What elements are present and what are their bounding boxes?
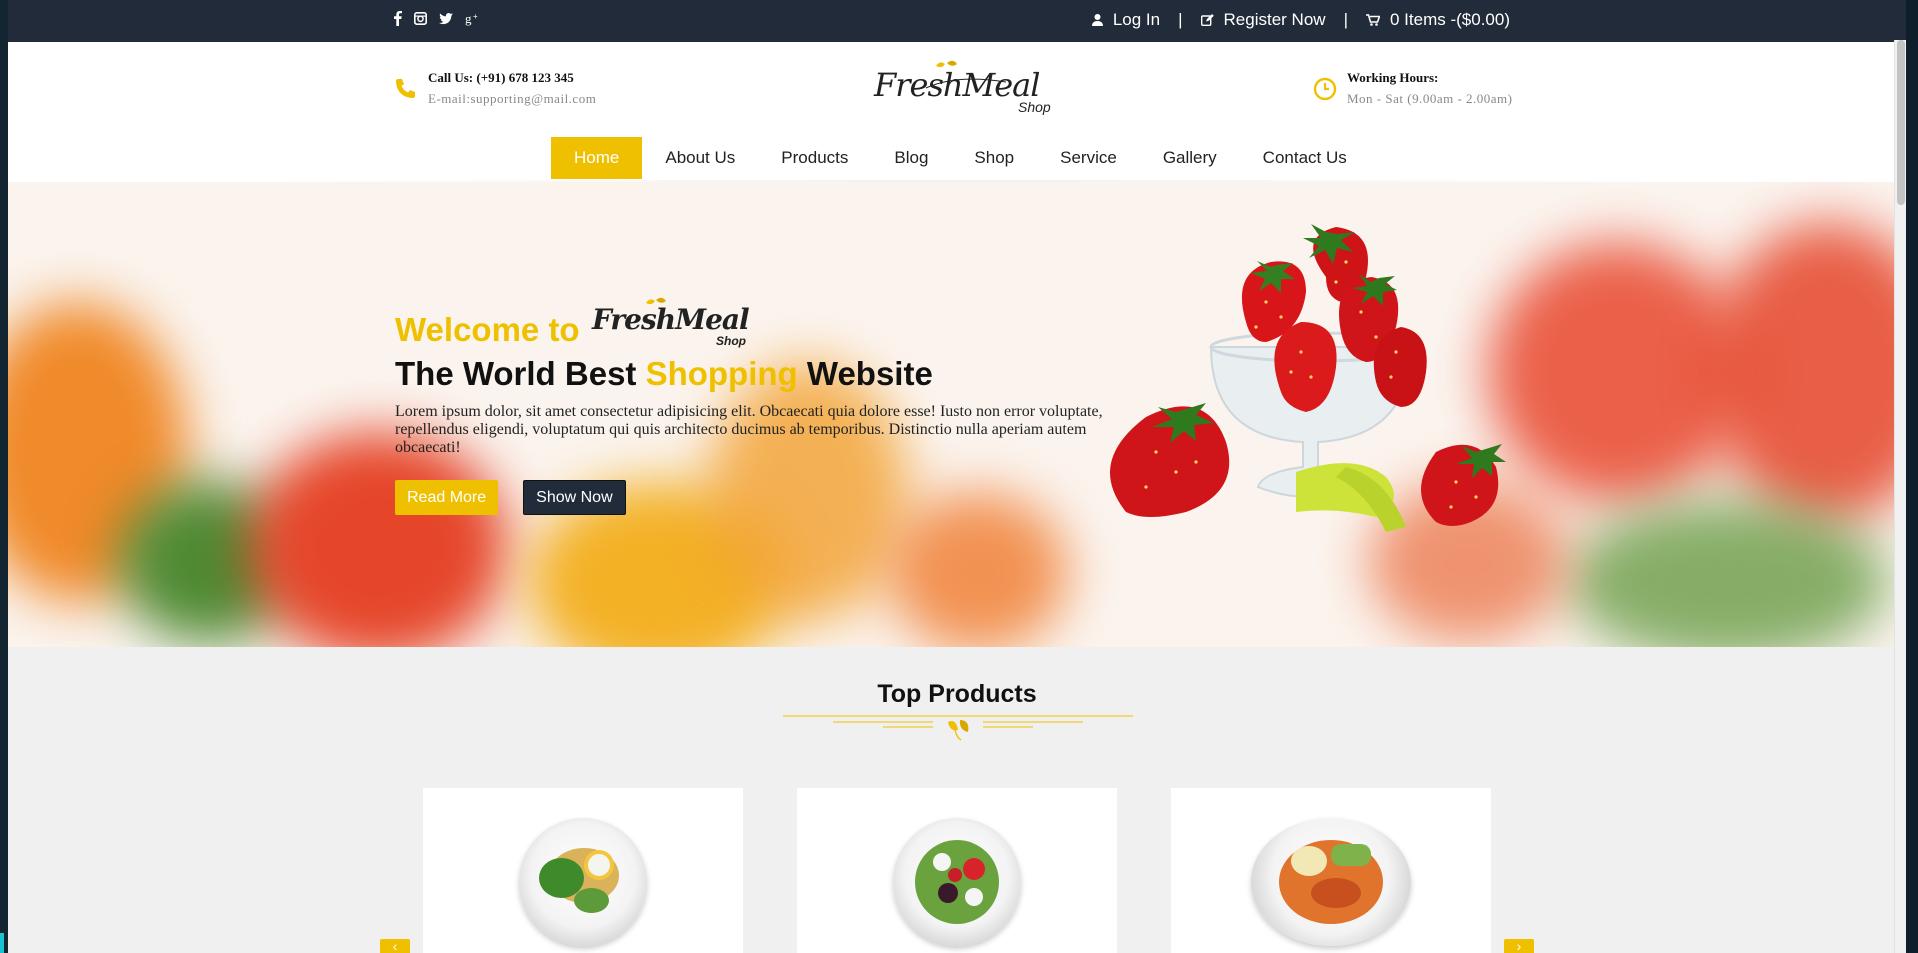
window-left-edge [0,0,8,953]
nav-contact-us[interactable]: Contact Us [1240,137,1370,179]
contact-info: Call Us: (+91) 678 123 345 E-mail:suppor… [394,70,596,107]
nav-blog[interactable]: Blog [871,137,951,179]
hero-logo-wordmark: FreshMeal [591,303,749,336]
nav-home[interactable]: Home [551,137,643,179]
cart-link[interactable]: 0 Items -($0.00) [1366,10,1510,30]
product-card[interactable] [797,788,1117,953]
svg-text:g: g [465,12,472,26]
top-products-section: Top Products ‹ › [8,647,1906,953]
hero-description: Lorem ipsum dolor, sit amet consectetur … [395,403,1103,456]
google-plus-icon[interactable]: g + [465,11,479,26]
separator: | [1343,10,1348,29]
show-now-button[interactable]: Show Now [523,480,626,515]
bg-blur [1708,222,1906,522]
logo-sub: Shop [1018,99,1051,115]
svg-text:+: + [473,12,478,21]
social-links: g + [394,11,479,26]
hero-logo: FreshMeal Shop [591,297,750,348]
cart-label: 0 Items -($0.00) [1390,10,1510,29]
nav-gallery[interactable]: Gallery [1140,137,1240,179]
hours-value: Mon - Sat (9.00am - 2.00am) [1347,91,1513,106]
email-text: E-mail:supporting@mail.com [428,91,597,106]
top-bar: g + Log In | Register Now | 0 Items -($0.… [8,0,1906,42]
phone-icon [396,78,415,98]
site-logo[interactable]: FreshMeal Shop [866,58,1066,118]
nav-service[interactable]: Service [1037,137,1140,179]
account-links: Log In | Register Now | 0 Items -($0.00) [1091,10,1510,30]
working-hours: Working Hours: Mon - Sat (9.00am - 2.00a… [1313,70,1513,107]
hero-banner: Welcome to FreshMeal Shop The World Best… [8,182,1906,647]
edge-marker [0,933,4,953]
product-card[interactable] [1171,788,1491,953]
scrollbar-thumb[interactable] [1897,40,1905,205]
instagram-icon[interactable] [414,11,427,26]
separator: | [1178,10,1183,29]
welcome-heading: Welcome to FreshMeal Shop [395,297,1115,349]
product-image [1251,818,1411,946]
tagline-pre: The World Best [395,355,646,392]
carousel-next-button[interactable]: › [1504,939,1534,953]
nav-about-us[interactable]: About Us [642,137,758,179]
section-title: Top Products [877,680,1037,708]
title-divider [783,715,1133,741]
facebook-icon[interactable] [394,11,402,26]
strawberry-bowl-image [1110,224,1506,532]
page-scrollbar[interactable] [1894,40,1906,953]
carousel-prev-button[interactable]: ‹ [380,939,410,953]
page: g + Log In | Register Now | 0 Items -($0.… [8,0,1906,953]
bg-blur [1568,502,1888,647]
twitter-icon[interactable] [439,11,453,26]
welcome-label: Welcome to [395,311,580,348]
product-image [519,818,647,946]
nav-shop[interactable]: Shop [951,137,1037,179]
edit-icon [1200,14,1214,26]
main-nav: Home About Us Products Blog Shop Service… [551,137,1370,179]
hero-tagline: The World Best Shopping Website [395,355,1115,393]
hero-logo-sub: Shop [716,334,746,348]
cart-icon [1366,14,1380,26]
nav-products[interactable]: Products [758,137,871,179]
tagline-highlight: Shopping [645,355,798,392]
tagline-post: Website [797,355,933,392]
product-card[interactable] [423,788,743,953]
hero-text: Welcome to FreshMeal Shop The World Best… [395,297,1115,515]
login-label: Log In [1112,10,1161,29]
call-us-text: Call Us: (+91) 678 123 345 [428,70,574,85]
hours-label: Working Hours: [1347,70,1439,85]
read-more-button[interactable]: Read More [395,480,499,515]
hero-buttons: Read More Show Now [395,480,1115,515]
login-link[interactable]: Log In [1091,10,1161,30]
clock-icon [1313,77,1337,100]
register-link[interactable]: Register Now [1200,10,1326,30]
product-image [893,818,1021,946]
bg-blur [888,492,1068,647]
logo-wordmark: FreshMeal [873,66,1039,104]
register-label: Register Now [1223,10,1326,29]
user-icon [1091,14,1103,26]
